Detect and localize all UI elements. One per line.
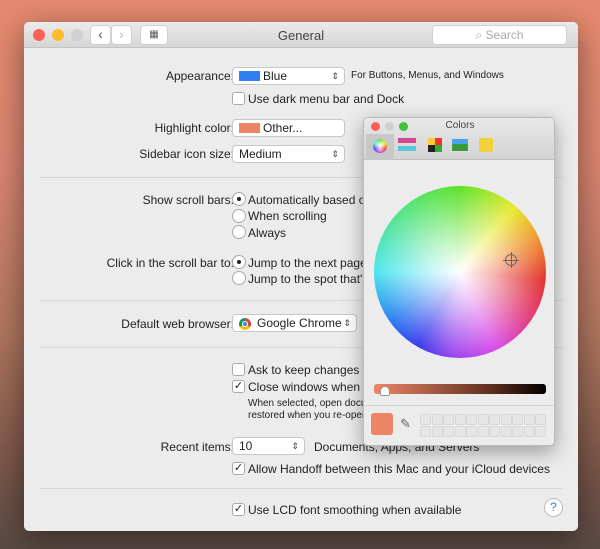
- browser-popup[interactable]: Google Chrome ⇕: [232, 314, 357, 332]
- current-color-well[interactable]: [371, 413, 393, 435]
- close-windows-desc-1: When selected, open docu: [248, 398, 367, 409]
- chevron-updown-icon: ⇕: [343, 318, 351, 328]
- recent-items-value: 10: [239, 439, 253, 453]
- tab-color-palettes[interactable]: [428, 138, 442, 152]
- color-swatch-well[interactable]: [477, 426, 489, 437]
- title-bar: ‹ › ▦ General ⌕ Search: [24, 22, 578, 48]
- highlight-swatch: [239, 123, 260, 133]
- recent-items-label: Recent items:: [160, 440, 234, 454]
- chevron-updown-icon: ⇕: [331, 149, 339, 159]
- appearance-value: Blue: [263, 69, 288, 83]
- color-swatch-well[interactable]: [512, 426, 523, 437]
- chevron-updown-icon: ⇕: [331, 71, 339, 81]
- color-swatch-well[interactable]: [500, 414, 512, 425]
- color-swatch-well[interactable]: [443, 414, 454, 425]
- color-wheel-icon: [373, 139, 387, 153]
- color-swatch-well[interactable]: [454, 414, 466, 425]
- brightness-slider[interactable]: [374, 384, 546, 394]
- handoff-checkbox[interactable]: ✓: [232, 462, 245, 475]
- lcd-smoothing-label: Use LCD font smoothing when available: [248, 503, 462, 517]
- browser-label: Default web browser:: [121, 317, 234, 331]
- color-swatch-well[interactable]: [443, 426, 454, 437]
- ask-keep-changes-checkbox[interactable]: [232, 363, 245, 376]
- dark-menu-checkbox[interactable]: [232, 92, 245, 105]
- tab-color-sliders[interactable]: [398, 137, 418, 153]
- browser-value: Google Chrome: [257, 316, 342, 330]
- color-swatch-well[interactable]: [454, 426, 466, 437]
- appearance-hint: For Buttons, Menus, and Windows: [351, 70, 504, 81]
- colors-panel: Colors ✎: [363, 117, 555, 446]
- jump-next-page-label: Jump to the next page: [248, 256, 367, 270]
- help-button[interactable]: ?: [544, 498, 563, 517]
- ask-keep-changes-label: Ask to keep changes w: [248, 363, 372, 377]
- lcd-smoothing-checkbox[interactable]: ✓: [232, 503, 245, 516]
- color-wheel[interactable]: [374, 186, 546, 358]
- sliders-icon: [398, 138, 416, 143]
- scroll-auto-label: Automatically based o: [248, 193, 366, 207]
- appearance-popup[interactable]: Blue ⇕: [232, 67, 345, 85]
- recent-items-popup[interactable]: 10 ⇕: [232, 437, 305, 455]
- color-swatch-well[interactable]: [523, 414, 535, 425]
- tab-image-palettes[interactable]: [451, 138, 469, 152]
- color-swatch-well[interactable]: [489, 414, 500, 425]
- colors-title: Colors: [445, 120, 475, 131]
- color-swatch-well[interactable]: [535, 414, 546, 425]
- close-windows-checkbox[interactable]: ✓: [232, 380, 245, 393]
- color-swatch-well[interactable]: [489, 426, 500, 437]
- scroll-bars-label: Show scroll bars:: [142, 193, 234, 207]
- color-swatch-well[interactable]: [466, 414, 477, 425]
- close-windows-desc-2: restored when you re-oper: [248, 410, 366, 421]
- blue-swatch: [239, 71, 260, 81]
- color-swatch-well[interactable]: [512, 414, 523, 425]
- scroll-when-scrolling-radio[interactable]: [232, 209, 246, 223]
- jump-next-page-radio[interactable]: [232, 255, 246, 269]
- chrome-icon: [239, 318, 251, 330]
- color-swatch-well[interactable]: [477, 414, 489, 425]
- scroll-always-label: Always: [248, 226, 287, 240]
- appearance-label: Appearance:: [165, 69, 234, 83]
- sidebar-icon-value: Medium: [239, 147, 282, 161]
- scroll-when-scrolling-label: When scrolling: [248, 209, 327, 223]
- highlight-popup[interactable]: Other...: [232, 119, 345, 137]
- crosshair-icon[interactable]: [503, 252, 519, 268]
- search-placeholder: Search: [485, 28, 524, 42]
- color-swatch-well[interactable]: [431, 426, 443, 437]
- chevron-updown-icon: ⇕: [291, 441, 299, 451]
- search-icon: ⌕: [475, 28, 486, 42]
- eyedropper-icon[interactable]: ✎: [400, 416, 411, 432]
- colors-toolbar: Colors: [364, 118, 554, 160]
- divider: [364, 405, 554, 406]
- color-swatch-well[interactable]: [500, 426, 512, 437]
- highlight-label: Highlight color:: [154, 121, 234, 135]
- color-swatch-well[interactable]: [420, 414, 431, 425]
- sidebar-icon-label: Sidebar icon size:: [139, 147, 234, 161]
- search-input[interactable]: ⌕ Search: [432, 25, 567, 45]
- color-swatch-well[interactable]: [466, 426, 477, 437]
- brightness-slider-thumb[interactable]: [380, 386, 390, 396]
- color-swatch-well[interactable]: [523, 426, 535, 437]
- divider: [40, 488, 562, 489]
- click-scroll-label: Click in the scroll bar to:: [106, 256, 234, 270]
- tab-crayons[interactable]: [479, 138, 493, 152]
- close-windows-label: Close windows when q: [248, 380, 371, 394]
- handoff-label: Allow Handoff between this Mac and your …: [248, 462, 550, 476]
- scroll-auto-radio[interactable]: [232, 192, 246, 206]
- color-swatch-well[interactable]: [420, 426, 431, 437]
- highlight-value: Other...: [263, 121, 303, 135]
- scroll-always-radio[interactable]: [232, 225, 246, 239]
- color-swatch-well[interactable]: [431, 414, 443, 425]
- color-swatch-well[interactable]: [535, 426, 546, 437]
- tab-color-wheel[interactable]: [366, 134, 394, 160]
- jump-spot-radio[interactable]: [232, 271, 246, 285]
- dark-menu-label: Use dark menu bar and Dock: [248, 92, 405, 106]
- jump-spot-label: Jump to the spot that's: [248, 272, 369, 286]
- sidebar-icon-popup[interactable]: Medium ⇕: [232, 145, 345, 163]
